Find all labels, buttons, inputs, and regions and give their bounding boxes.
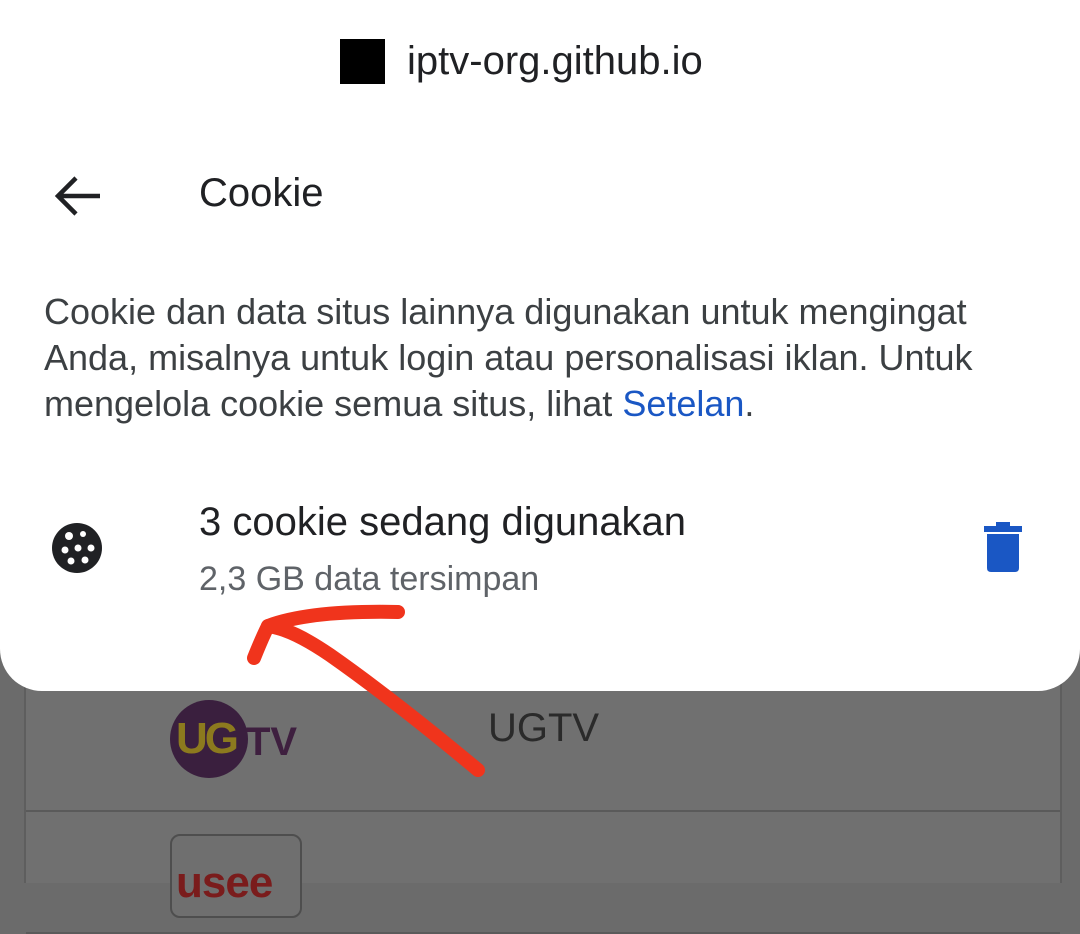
- channel-title: UGTV: [488, 706, 600, 750]
- cookie-description: Cookie dan data situs lainnya digunakan …: [44, 291, 973, 424]
- site-host: iptv-org.github.io: [407, 38, 703, 83]
- delete-cookies-button[interactable]: [970, 514, 1036, 580]
- channel-logo-usee: usee: [170, 834, 302, 918]
- settings-link[interactable]: Setelan: [622, 383, 744, 424]
- list-item: usee: [26, 812, 1060, 934]
- list-item: UG TV UGTV: [26, 690, 1060, 812]
- page-info-sheet: iptv-org.github.io Cookie Cookie dan dat…: [0, 0, 1080, 691]
- cookie-count: 3 cookie sedang digunakan: [199, 500, 687, 544]
- storage-size: 2,3 GB data tersimpan: [199, 560, 540, 598]
- back-button[interactable]: [46, 164, 110, 228]
- arrow-left-icon: [54, 176, 100, 216]
- cookie-icon: [52, 523, 102, 573]
- site-favicon-icon: [340, 38, 385, 84]
- site-origin: iptv-org.github.io: [340, 36, 703, 86]
- page-title: Cookie: [199, 171, 324, 215]
- channel-logo-ugtv: UG TV: [170, 700, 302, 780]
- trash-icon: [984, 522, 1022, 572]
